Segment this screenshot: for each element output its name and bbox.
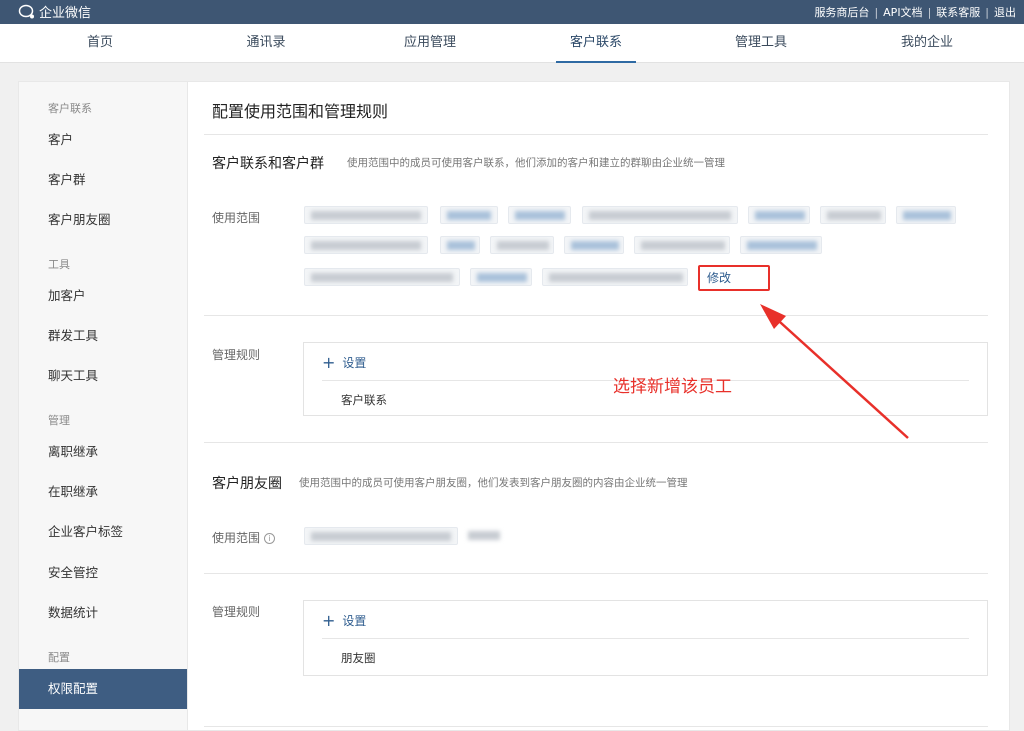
annotation-arrow bbox=[760, 304, 909, 439]
annotation-text: 选择新增该员工 bbox=[613, 377, 732, 397]
